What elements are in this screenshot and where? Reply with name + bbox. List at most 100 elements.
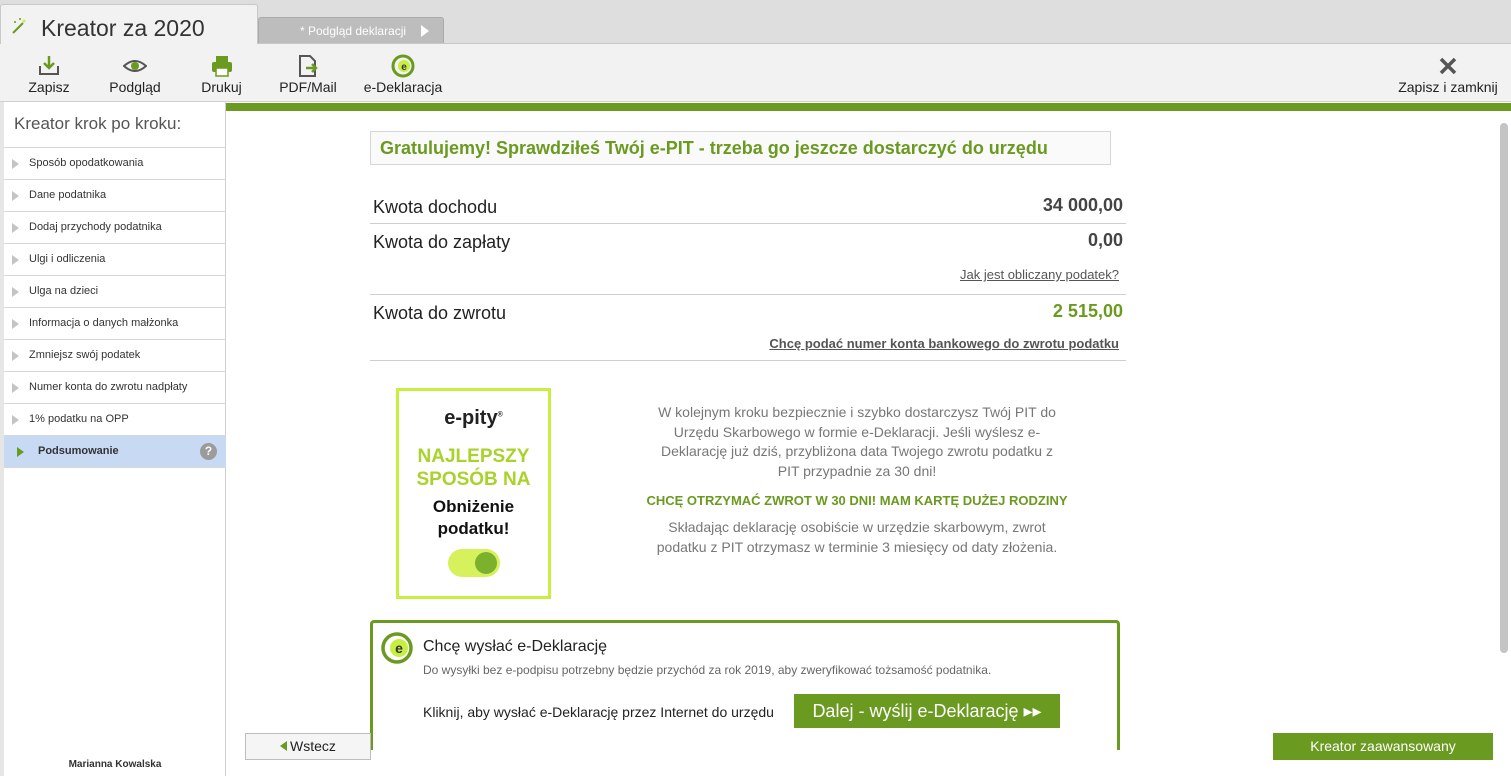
step-label: 1% podatku na OPP — [29, 413, 129, 425]
large-family-link[interactable]: CHCĘ OTRZYMAĆ ZWROT W 30 DNI! MAM KARTĘ … — [626, 491, 1088, 511]
triangle-right-icon — [12, 287, 19, 297]
main-content: Gratulujemy! Sprawdziłeś Twój e-PIT - tr… — [226, 111, 1511, 776]
to-pay-value: 0,00 — [1087, 230, 1123, 250]
edeklaracja-icon: e — [391, 54, 415, 78]
refund-label: Kwota do zwrotu — [373, 303, 507, 323]
edeklaracja-label: e-Deklaracja — [363, 79, 443, 95]
accent-bar — [226, 103, 1511, 111]
triangle-right-icon — [12, 159, 19, 169]
tab-preview[interactable]: * Podgląd deklaracji — [258, 17, 444, 43]
registered-mark: ® — [497, 411, 503, 419]
save-close-label: Zapisz i zamknij — [1398, 79, 1498, 95]
help-icon[interactable]: ? — [200, 443, 217, 460]
triangle-right-icon — [12, 255, 19, 265]
tab-strip: Kreator za 2020 * Podgląd deklaracji — [0, 0, 1511, 45]
triangle-right-icon — [17, 447, 24, 457]
triangle-right-icon — [12, 415, 19, 425]
edeklaracja-icon: e — [381, 632, 413, 664]
app-title: Kreator za 2020 — [41, 15, 205, 41]
step-item-active[interactable]: Podsumowanie? — [4, 436, 226, 468]
edeklaracja-panel: e Chcę wysłać e-Deklarację Do wysyłki be… — [370, 620, 1120, 750]
export-file-icon — [299, 55, 318, 77]
info-paragraph: W kolejnym kroku bezpiecznie i szybko do… — [658, 404, 1056, 480]
step-item[interactable]: Dane podatnika — [4, 180, 226, 212]
save-close-button[interactable]: Zapisz i zamknij — [1394, 44, 1502, 102]
scrollbar[interactable] — [1500, 123, 1508, 653]
svg-text:e: e — [395, 640, 403, 656]
back-button[interactable]: Wstecz — [245, 733, 371, 760]
play-icon — [421, 25, 429, 37]
pdf-mail-label: PDF/Mail — [279, 79, 337, 95]
preview-button[interactable]: Podgląd — [104, 44, 166, 102]
income-value: 34 000,00 — [1042, 195, 1123, 215]
step-item[interactable]: Dodaj przychody podatnika — [4, 212, 226, 244]
step-item[interactable]: Numer konta do zwrotu nadpłaty — [4, 372, 226, 404]
print-button[interactable]: Drukuj — [194, 44, 249, 102]
bank-account-link[interactable]: Chcę podać numer konta bankowego do zwro… — [769, 336, 1119, 351]
step-item[interactable]: Sposób opodatkowania — [4, 148, 226, 180]
divider — [370, 360, 1126, 361]
printer-icon — [211, 56, 232, 77]
wizard-steps: Sposób opodatkowania Dane podatnika Doda… — [4, 147, 226, 468]
step-label: Sposób opodatkowania — [29, 157, 144, 169]
wand-icon — [12, 18, 26, 34]
toggle-knob — [475, 552, 497, 574]
step-item[interactable]: Ulga na dzieci — [4, 276, 226, 308]
refund-value: 2 515,00 — [1052, 301, 1123, 321]
tab-preview-label: * Podgląd deklaracji — [300, 24, 407, 38]
step-item[interactable]: 1% podatku na OPP — [4, 404, 226, 436]
promo-line: SPOSÓB NA — [416, 469, 531, 490]
promo-line: NAJLEPSZY — [417, 446, 530, 467]
step-label: Dodaj przychody podatnika — [29, 221, 162, 233]
sidebar: Kreator krok po kroku: Sposób opodatkowa… — [0, 102, 226, 776]
triangle-right-icon — [12, 319, 19, 329]
step-label: Informacja o danych małżonka — [29, 317, 179, 329]
step-label: Zmniejsz swój podatek — [29, 349, 141, 361]
footer-bar — [226, 762, 1511, 776]
svg-text:e: e — [401, 62, 407, 73]
close-icon — [1439, 57, 1457, 75]
step-label: Podsumowanie — [38, 445, 119, 457]
save-button[interactable]: Zapisz — [20, 44, 78, 102]
send-edeklaracja-button[interactable]: Dalej - wyślij e-Deklarację ▸▸ — [794, 694, 1060, 728]
divider — [370, 223, 1126, 224]
save-label: Zapisz — [28, 79, 70, 95]
print-label: Drukuj — [201, 79, 242, 95]
triangle-right-icon — [12, 223, 19, 233]
step-item[interactable]: Informacja o danych małżonka — [4, 308, 226, 340]
step-label: Numer konta do zwrotu nadpłaty — [29, 381, 188, 393]
sidebar-heading: Kreator krok po kroku: — [14, 114, 182, 133]
epity-logo: e-pity® — [399, 407, 548, 430]
step-label: Ulga na dzieci — [29, 285, 99, 297]
eye-icon — [123, 60, 147, 72]
triangle-right-icon — [12, 351, 19, 361]
pdf-mail-button[interactable]: PDF/Mail — [272, 44, 344, 102]
edeklaracja-title: Chcę wysłać e-Deklarację — [423, 638, 608, 655]
preview-label: Podgląd — [109, 79, 161, 95]
user-name: Marianna Kowalska — [68, 759, 162, 770]
divider — [370, 294, 1126, 295]
toolbar: Zapisz Podgląd Drukuj PDF/Mail e e-Dekla… — [0, 44, 1511, 102]
epity-promo-banner[interactable]: e-pity® NAJLEPSZY SPOSÓB NA Obniżenie po… — [396, 388, 551, 599]
income-label: Kwota dochodu — [373, 197, 498, 217]
promo-line: podatku! — [437, 519, 510, 538]
to-pay-label: Kwota do zapłaty — [373, 232, 511, 252]
save-icon — [39, 56, 59, 75]
edeklaracja-subtitle: Do wysyłki bez e-podpisu potrzebny będzi… — [423, 663, 992, 677]
promo-line: Obniżenie — [432, 497, 515, 516]
advanced-wizard-button[interactable]: Kreator zaawansowany — [1273, 733, 1493, 760]
info-paragraph: Składając deklarację osobiście w urzędzi… — [656, 519, 1058, 555]
step-item[interactable]: Ulgi i odliczenia — [4, 244, 226, 276]
how-calculated-link[interactable]: Jak jest obliczany podatek? — [960, 267, 1119, 282]
step-label: Dane podatnika — [29, 189, 107, 201]
congrats-text: Gratulujemy! Sprawdziłeś Twój e-PIT - tr… — [380, 138, 1048, 158]
epity-logo-text: e-pity — [444, 407, 498, 429]
tab-kreator[interactable]: Kreator za 2020 — [0, 4, 258, 45]
triangle-right-icon — [12, 191, 19, 201]
edeklaracja-button[interactable]: e e-Deklaracja — [361, 44, 445, 102]
triangle-left-icon — [280, 741, 288, 751]
edeklaracja-instruction: Kliknij, aby wysłać e-Deklarację przez I… — [423, 704, 774, 720]
step-item[interactable]: Zmniejsz swój podatek — [4, 340, 226, 372]
toggle-icon — [448, 549, 500, 577]
back-label: Wstecz — [290, 738, 336, 754]
